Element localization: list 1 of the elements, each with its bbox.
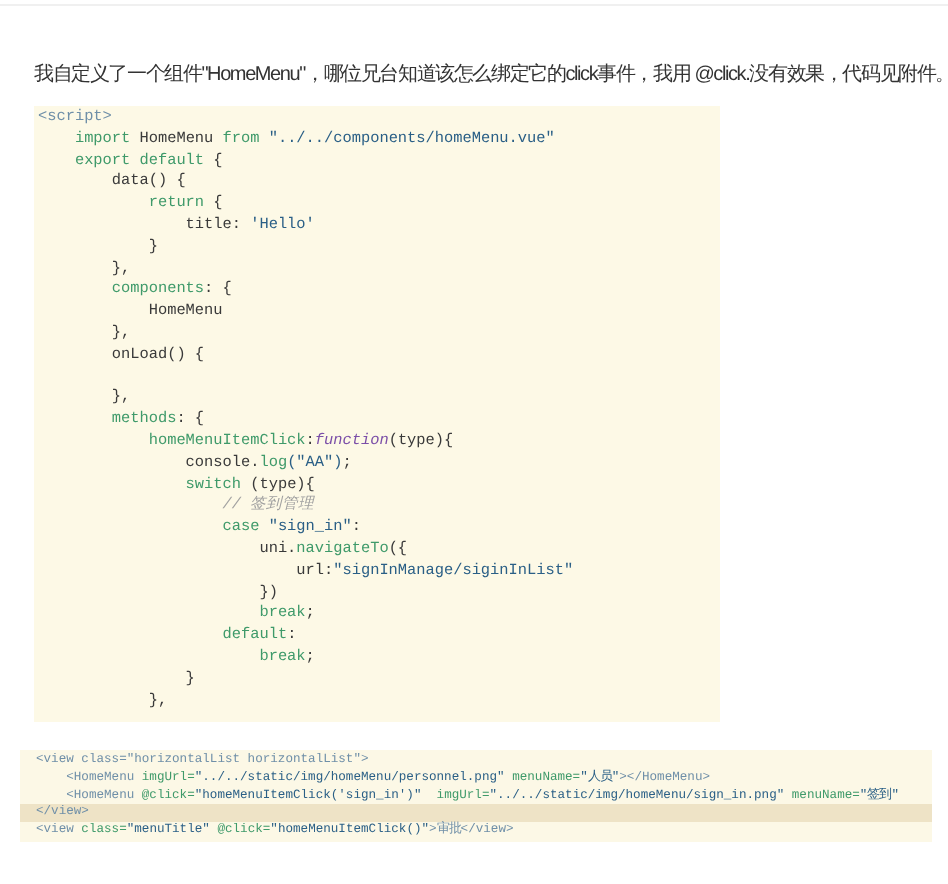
question-text: 我自定义了一个组件"HomeMenu"，哪位兄台知道该怎么绑定它的click事件，我用 @click.没有效果，代码见附件。 xyxy=(34,62,948,90)
